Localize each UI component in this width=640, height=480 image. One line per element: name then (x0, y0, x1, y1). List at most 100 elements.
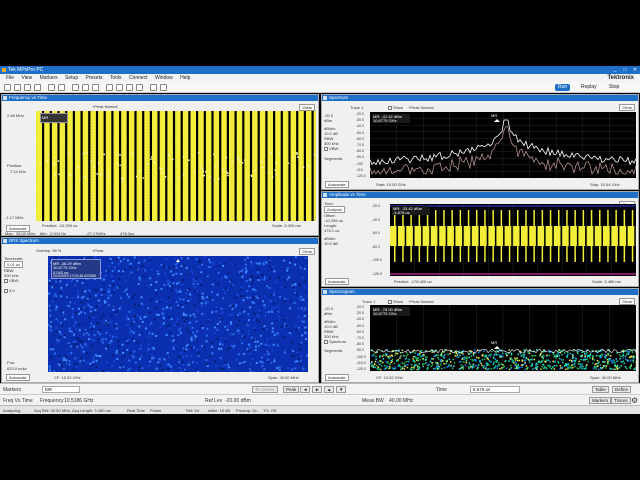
vbw-checkbox[interactable] (324, 146, 328, 151)
three-checkbox[interactable] (4, 288, 8, 293)
dpx-cell (172, 265, 175, 268)
spectrogram-cell (416, 368, 419, 371)
traces-toggle-button[interactable]: Traces (611, 397, 631, 404)
time-input[interactable]: 8.679 us (470, 386, 520, 393)
menu-view[interactable]: View (21, 74, 32, 82)
measurement-name[interactable]: Freq Vs Time (3, 398, 33, 404)
clear-button[interactable]: Clear (299, 104, 315, 111)
dpx-cell (120, 364, 123, 367)
dpx-cell (80, 362, 83, 365)
export-icon[interactable] (136, 84, 143, 91)
menu-file[interactable]: File (6, 74, 14, 82)
dpx-cell (83, 295, 86, 298)
menu-help[interactable]: Help (180, 74, 190, 82)
stop-button[interactable]: Stop (606, 84, 622, 91)
run-button[interactable]: Run (555, 84, 571, 91)
dpx-cell (299, 274, 302, 277)
marker-select[interactable]: MR (42, 386, 80, 393)
save-icon[interactable] (48, 84, 55, 91)
spectrum-plot[interactable]: MR MR: -41.42 dBm 10.6775 GHz (370, 112, 636, 178)
spectrum-checkbox[interactable] (324, 339, 328, 344)
open-icon[interactable] (14, 84, 21, 91)
replay-button[interactable]: Replay (578, 84, 600, 91)
spectrogram-cell (528, 352, 531, 355)
dpx-cell (150, 322, 153, 325)
dpx-cell (48, 304, 51, 307)
trace-select[interactable]: Trace 1 (362, 299, 375, 304)
prev-peak-button[interactable]: ◄ (300, 386, 311, 393)
maximize-button[interactable]: □ (620, 66, 630, 74)
clear-button[interactable]: Clear (619, 298, 635, 305)
new-icon[interactable] (4, 84, 11, 91)
next-peak-button[interactable]: ► (312, 386, 323, 393)
show-checkbox[interactable] (388, 105, 392, 110)
ref-level-value[interactable]: -20.00 dBm (225, 398, 251, 404)
marker-icon[interactable] (92, 84, 99, 91)
menu-window[interactable]: Window (155, 74, 173, 82)
spectrogram-cell (479, 361, 481, 363)
dpx-cell (238, 340, 241, 343)
time-value[interactable]: Analysis (324, 206, 345, 213)
zoom-icon[interactable] (72, 84, 79, 91)
show-checkbox[interactable] (388, 299, 392, 304)
pan-icon[interactable] (82, 84, 89, 91)
timescale-value[interactable]: 0.01 us (4, 261, 24, 268)
autoscale-button[interactable]: Autoscale (325, 181, 349, 188)
autoscale-button[interactable]: Autoscale (325, 278, 349, 285)
peak-down-button[interactable]: ▼ (336, 386, 347, 393)
dpx-cell (99, 355, 102, 358)
spectrogram-cell (565, 368, 567, 370)
frequency-value[interactable]: 10.5186 GHz (64, 398, 93, 404)
gear-icon[interactable]: ⚙ (631, 396, 638, 405)
menu-tools[interactable]: Tools (110, 74, 122, 82)
menu-markers[interactable]: Markers (40, 74, 58, 82)
spectrogram-cell (560, 359, 563, 361)
meas-bw-value[interactable]: 40.00 MHz (389, 398, 413, 404)
minimize-button[interactable]: _ (610, 66, 620, 74)
menu-connect[interactable]: Connect (129, 74, 148, 82)
clear-button[interactable]: Clear (299, 248, 315, 255)
clear-button[interactable]: Clear (619, 104, 635, 111)
dpx-cell (266, 366, 269, 369)
undo-icon[interactable] (24, 84, 31, 91)
layout-icon[interactable] (126, 84, 133, 91)
menu-presets[interactable]: Presets (86, 74, 103, 82)
vbw-label: VBW: (9, 278, 20, 283)
dpx-cell (286, 271, 289, 274)
vbw-checkbox[interactable] (4, 278, 8, 283)
define-button[interactable]: Define (612, 386, 632, 393)
menu-setup[interactable]: Setup (65, 74, 78, 82)
print-icon[interactable] (58, 84, 65, 91)
settings-icon[interactable] (116, 84, 123, 91)
freq-vs-time-plot[interactable]: MR (36, 111, 316, 221)
dpx-cell (55, 303, 58, 306)
info-icon[interactable] (160, 84, 167, 91)
dpx-cell (240, 286, 243, 289)
dpx-plot[interactable]: MR -36.29 dBm 10.6775 GHz 0.043 us 2/10/… (48, 256, 308, 372)
spectrogram-plot[interactable]: MR MR: -78.00 dBm 10.6775 GHz (370, 305, 636, 371)
trace-select[interactable]: Trace 1 (350, 105, 363, 110)
redo-icon[interactable] (34, 84, 41, 91)
autoscale-button[interactable]: Autoscale (325, 374, 349, 381)
amp-pulse (525, 210, 527, 262)
spectrogram-cell (413, 359, 415, 362)
dpx-cell (289, 261, 292, 264)
amplitude-plot[interactable]: MR: -33.42 dBm -4.878 us (390, 204, 636, 276)
dpx-cell (303, 286, 306, 289)
preset-icon[interactable] (106, 84, 113, 91)
dpx-cell (304, 365, 307, 368)
help-icon[interactable] (150, 84, 157, 91)
peak-button[interactable]: Peak (283, 386, 300, 393)
markers-toggle-button[interactable]: Markers (589, 397, 612, 404)
dpx-cell (115, 336, 118, 339)
dpx-cell (139, 347, 142, 350)
peak-up-button[interactable]: ▲ (324, 386, 335, 393)
spectrogram-cell (609, 354, 612, 357)
table-button[interactable]: Table (592, 386, 609, 393)
dpx-cell (154, 306, 157, 309)
dpx-cell (250, 263, 253, 266)
close-button[interactable]: ✕ (630, 66, 640, 74)
dpx-cell (151, 332, 154, 335)
to-center-button[interactable]: To Center (252, 386, 278, 393)
autoscale-button[interactable]: Autoscale (6, 374, 30, 381)
